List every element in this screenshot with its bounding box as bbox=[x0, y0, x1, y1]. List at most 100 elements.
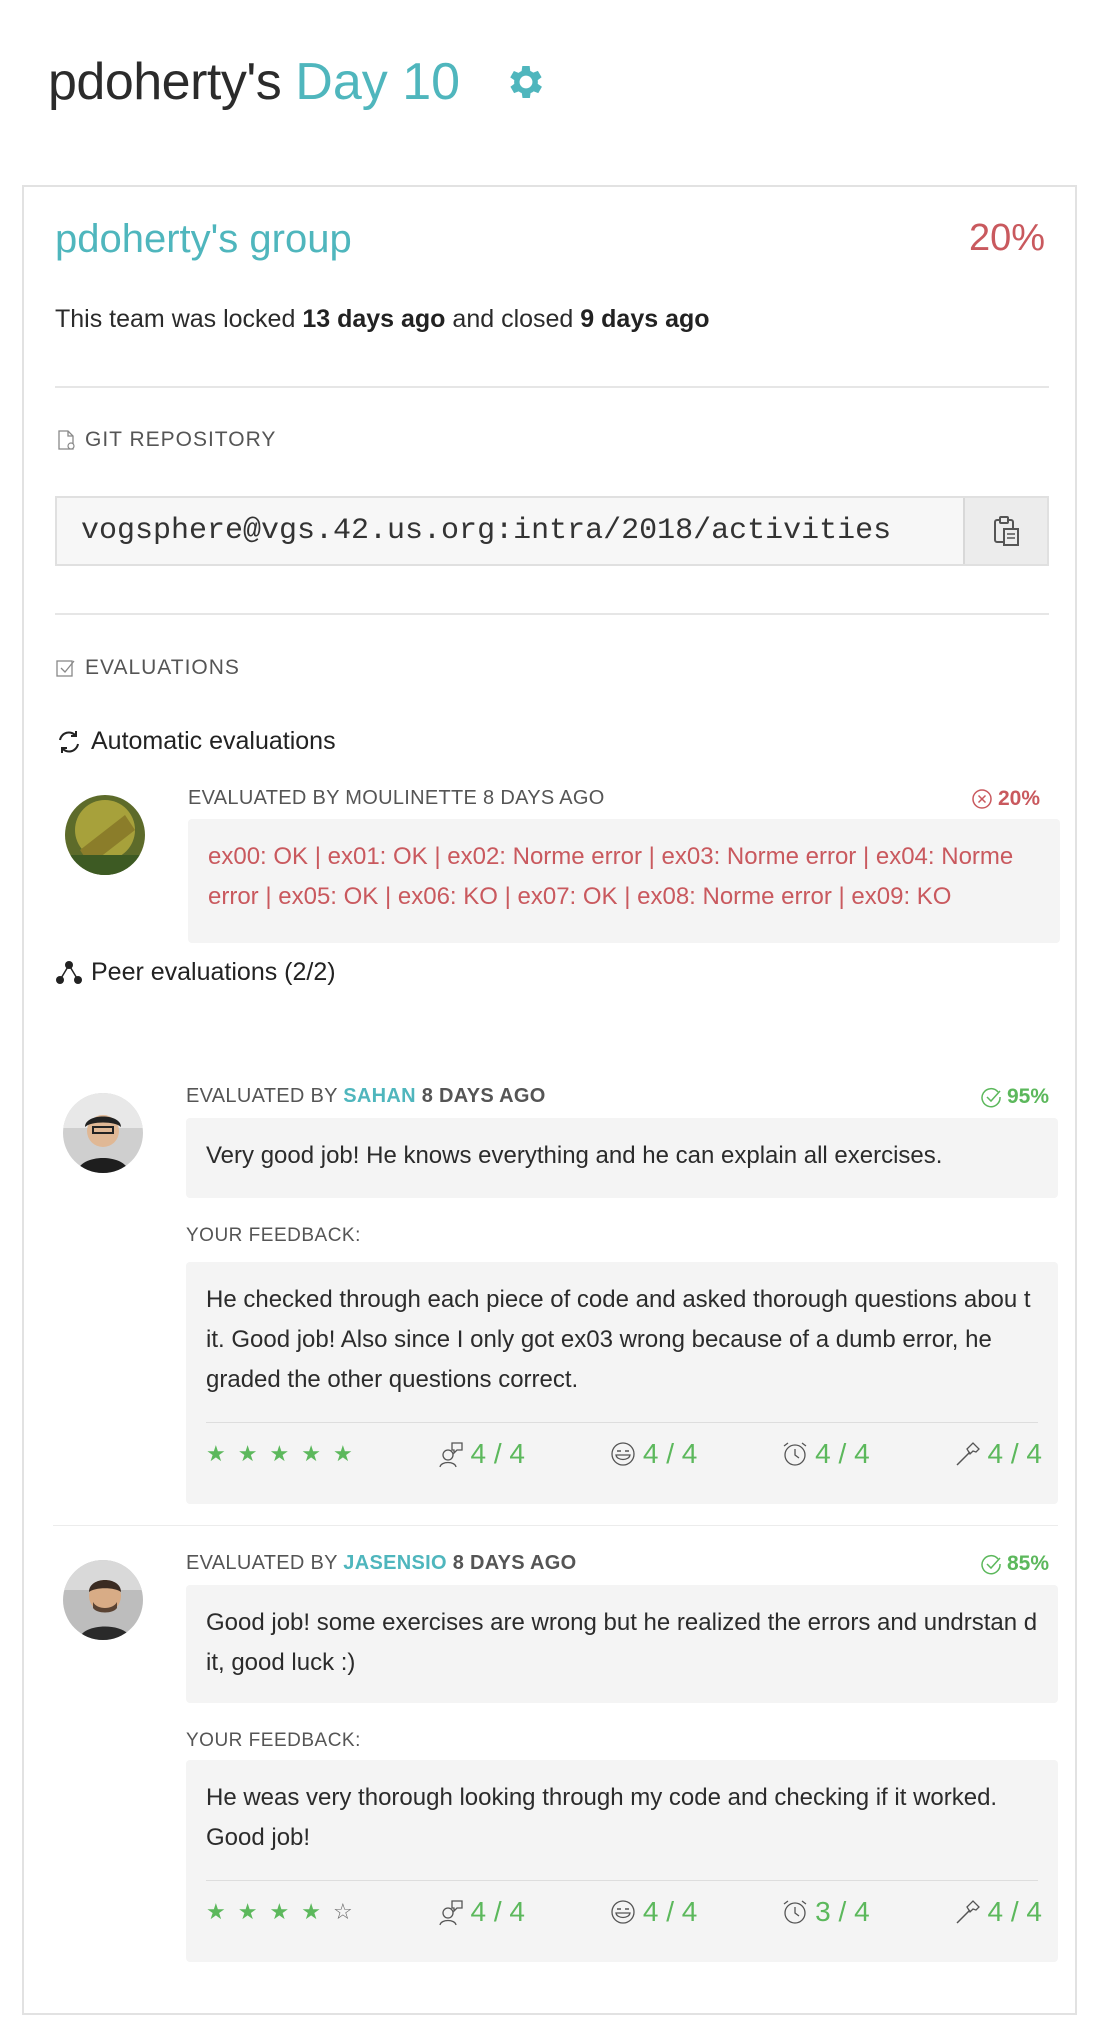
avatar bbox=[65, 795, 145, 875]
star-rating: ★ ★ ★ ★ ★ bbox=[206, 1441, 353, 1467]
avatar bbox=[63, 1560, 143, 1640]
evaluation-score: 85% bbox=[980, 1552, 1049, 1576]
network-icon bbox=[56, 960, 82, 984]
evaluator-link[interactable]: JASENSIO bbox=[343, 1552, 447, 1574]
team-status: This team was locked 13 days ago and clo… bbox=[55, 305, 710, 334]
refresh-icon bbox=[59, 730, 79, 753]
score-value: 20% bbox=[997, 787, 1040, 810]
git-repository-label-text: GIT REPOSITORY bbox=[85, 428, 277, 451]
rating-value: 4 / 4 bbox=[815, 1438, 870, 1469]
closed-prefix: and closed bbox=[445, 305, 581, 333]
peer-evaluation-1: EVALUATED BY SAHAN 8 DAYS AGO 95% Very g… bbox=[53, 1085, 1058, 1505]
rating-value: 4 / 4 bbox=[642, 1438, 698, 1469]
git-repository-label: GIT REPOSITORY bbox=[55, 428, 276, 452]
gear-icon[interactable] bbox=[504, 60, 548, 104]
star-icon: ★ bbox=[269, 1899, 290, 1924]
repository-field: vogsphere@vgs.42.us.org:intra/2018/activ… bbox=[55, 496, 1049, 566]
star-icon: ★ bbox=[206, 1899, 226, 1924]
ratings-row: ★ ★ ★ ★ ★ 4 / 4 4 / 4 4 / 4 4 / 4 bbox=[206, 1438, 1042, 1470]
divider bbox=[55, 613, 1049, 615]
rating-mood: 4 / 4 bbox=[609, 1896, 697, 1928]
evaluations-label-text: EVALUATIONS bbox=[85, 656, 240, 679]
hammer-icon bbox=[955, 1442, 980, 1466]
checkbox-icon bbox=[56, 660, 75, 677]
peer-evaluations-text: Peer evaluations (2/2) bbox=[91, 958, 336, 986]
score-value: 95% bbox=[1006, 1085, 1049, 1108]
star-icon: ★ bbox=[237, 1441, 258, 1466]
peer-evaluation-2: EVALUATED BY JASENSIO 8 DAYS AGO 85% Goo… bbox=[53, 1552, 1058, 1972]
alarm-clock-icon bbox=[783, 1900, 807, 1924]
file-icon bbox=[58, 430, 75, 450]
evaluator-link[interactable]: SAHAN bbox=[343, 1085, 416, 1107]
star-icon: ★ bbox=[301, 1441, 321, 1466]
clipboard-icon bbox=[994, 516, 1019, 546]
page-title: pdoherty's Day 10 bbox=[48, 52, 548, 112]
ratings-row: ★ ★ ★ ★ ☆ 4 / 4 4 / 4 3 / 4 4 / 4 bbox=[206, 1896, 1042, 1928]
smiley-icon bbox=[611, 1442, 635, 1466]
rating-communication: 4 / 4 bbox=[437, 1896, 525, 1928]
star-icon: ★ bbox=[237, 1899, 258, 1924]
alarm-clock-icon bbox=[783, 1442, 807, 1466]
star-icon: ★ bbox=[269, 1441, 290, 1466]
smiley-icon bbox=[611, 1900, 635, 1924]
feedback-text: He checked through each piece of code an… bbox=[206, 1286, 1031, 1393]
meta-prefix: EVALUATED BY bbox=[186, 1085, 344, 1107]
star-icon: ★ bbox=[206, 1441, 226, 1466]
divider bbox=[55, 386, 1049, 388]
evaluator-comment: Good job! some exercises are wrong but h… bbox=[186, 1585, 1058, 1703]
peer-evaluations-label: Peer evaluations (2/2) bbox=[55, 958, 336, 987]
evaluations-label: EVALUATIONS bbox=[55, 656, 240, 680]
group-percentage: 20% bbox=[968, 217, 1045, 259]
avatar bbox=[63, 1093, 143, 1173]
star-outline-icon: ☆ bbox=[332, 1899, 353, 1924]
rating-punctuality: 4 / 4 bbox=[781, 1438, 870, 1470]
your-feedback: He weas very thorough looking through my… bbox=[186, 1760, 1058, 1962]
speech-person-icon bbox=[438, 1442, 463, 1468]
rating-punctuality: 3 / 4 bbox=[781, 1896, 870, 1928]
feedback-text: He weas very thorough looking through my… bbox=[206, 1784, 998, 1851]
evaluation-ago: 8 DAYS AGO bbox=[415, 1085, 546, 1107]
rating-value: 4 / 4 bbox=[470, 1438, 525, 1469]
repository-url-input[interactable]: vogsphere@vgs.42.us.org:intra/2018/activ… bbox=[57, 498, 963, 564]
evaluation-score: 20% bbox=[971, 787, 1040, 811]
speech-person-icon bbox=[438, 1900, 463, 1926]
automatic-evaluations-text: Automatic evaluations bbox=[91, 727, 336, 755]
evaluation-meta: EVALUATED BY MOULINETTE 8 DAYS AGO bbox=[188, 787, 605, 809]
page-title-day: Day 10 bbox=[295, 53, 461, 111]
meta-prefix: EVALUATED BY bbox=[186, 1552, 344, 1574]
group-title[interactable]: pdoherty's group bbox=[55, 217, 352, 262]
evaluation-meta: EVALUATED BY JASENSIO 8 DAYS AGO bbox=[186, 1552, 576, 1575]
rating-mood: 4 / 4 bbox=[609, 1438, 697, 1470]
check-circle-icon bbox=[981, 1087, 1001, 1108]
divider bbox=[206, 1880, 1038, 1881]
rating-value: 4 / 4 bbox=[642, 1896, 698, 1927]
automatic-result: ex00: OK | ex01: OK | ex02: Norme error … bbox=[188, 819, 1060, 943]
rating-value: 4 / 4 bbox=[470, 1896, 525, 1927]
your-feedback-label: YOUR FEEDBACK: bbox=[186, 1730, 361, 1751]
divider bbox=[206, 1422, 1038, 1423]
rating-value: 4 / 4 bbox=[987, 1896, 1042, 1927]
rating-skill: 4 / 4 bbox=[954, 1438, 1042, 1470]
copy-button[interactable] bbox=[963, 498, 1047, 564]
rating-value: 4 / 4 bbox=[987, 1438, 1042, 1469]
evaluation-ago: 8 DAYS AGO bbox=[446, 1552, 577, 1574]
score-value: 85% bbox=[1006, 1552, 1049, 1575]
your-feedback-label: YOUR FEEDBACK: bbox=[186, 1225, 361, 1246]
rating-value: 3 / 4 bbox=[815, 1896, 870, 1927]
hammer-icon bbox=[955, 1900, 980, 1924]
fail-icon bbox=[972, 789, 992, 809]
page-title-owner: pdoherty's bbox=[48, 53, 282, 111]
check-circle-icon bbox=[981, 1554, 1001, 1575]
closed-ago: 9 days ago bbox=[580, 305, 710, 333]
rating-skill: 4 / 4 bbox=[954, 1896, 1042, 1928]
automatic-evaluations-label: Automatic evaluations bbox=[55, 727, 336, 756]
locked-ago: 13 days ago bbox=[302, 305, 446, 333]
locked-prefix: This team was locked bbox=[55, 305, 303, 333]
star-rating: ★ ★ ★ ★ ☆ bbox=[206, 1899, 353, 1925]
star-icon: ★ bbox=[332, 1441, 353, 1466]
evaluation-meta: EVALUATED BY SAHAN 8 DAYS AGO bbox=[186, 1085, 546, 1108]
rating-communication: 4 / 4 bbox=[437, 1438, 525, 1470]
your-feedback: He checked through each piece of code an… bbox=[186, 1262, 1058, 1504]
divider bbox=[53, 1525, 1058, 1526]
automatic-evaluation: EVALUATED BY MOULINETTE 8 DAYS AGO 20% e… bbox=[55, 787, 1060, 947]
